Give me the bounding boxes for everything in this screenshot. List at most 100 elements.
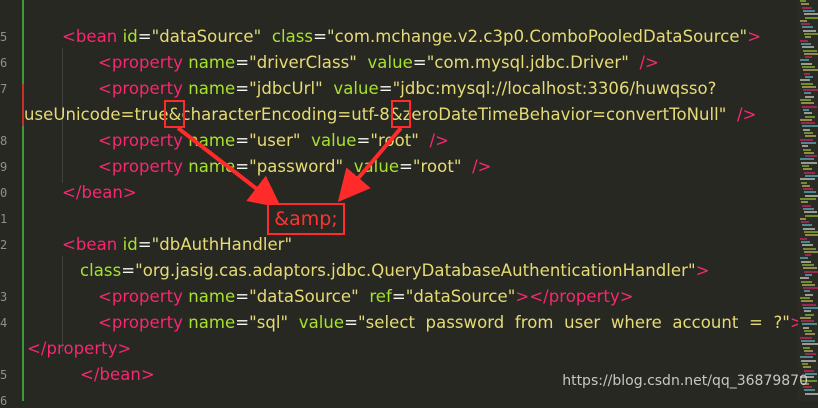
line-number: 2 [0,238,8,252]
minimap-line [804,389,815,392]
minimap-line [803,326,809,329]
line-number: 4 [0,316,8,330]
code-line[interactable]: <property name="dataSource" ref="dataSou… [98,284,634,310]
code-token-str: "com.mchange.v2.c3p0.ComboPooledDataSour… [326,27,748,46]
code-token-eq: = [391,287,406,306]
minimap-line [800,59,809,62]
minimap-line [805,234,818,237]
minimap-line [803,207,814,210]
minimap-line [800,158,814,161]
ampersand-highlight-box [164,100,185,128]
minimap-line [800,297,810,299]
ampersand-entity-label: &amp; [267,203,345,235]
code-token-eq: = [235,79,250,98]
code-token-attr: name [188,79,236,98]
code-line[interactable]: <property name="sql" value="select passw… [98,310,804,336]
minimap-line [801,260,811,263]
line-number: 6 [0,56,8,70]
minimap-line [803,108,809,111]
code-line[interactable]: </property> [27,336,131,362]
code-token-eq: = [137,235,152,254]
code-token-attr: name [188,287,236,306]
code-line[interactable]: <property name="jdbcUrl" value="jdbc:mys… [98,76,716,102]
code-token-eq: = [399,157,413,176]
minimap-line [800,39,808,42]
line-number: 8 [0,134,8,148]
minimap-line [805,56,812,59]
minimap-line [804,330,812,332]
minimap-line [804,52,818,55]
minimap-line [802,323,817,326]
code-token-attr: name [188,131,236,150]
code-line[interactable]: <bean id="dataSource" class="com.mchange… [62,24,761,50]
minimap-line [801,23,810,26]
code-token-tag: <property [98,53,189,72]
minimap-line [801,280,812,283]
minimap-line [803,128,810,131]
minimap-line [804,92,811,95]
code-token-attr: value [311,131,357,150]
minimap-line [801,141,816,144]
minimap-line [805,214,818,217]
minimap-line [800,336,812,339]
code-line[interactable]: class="org.jasig.cas.adaptors.jdbc.Query… [80,258,709,284]
minimap-line [804,72,810,75]
minimap-line [800,257,808,260]
code-token-tag: > [747,27,762,46]
code-line[interactable]: </bean> [62,180,137,206]
line-number: 6 [0,394,8,408]
minimap-line [805,115,815,118]
minimap-line [805,254,811,257]
minimap-line [800,118,812,121]
code-token-tag: ></property> [515,287,634,306]
minimap-line [803,267,817,270]
code-line[interactable]: <property name="driverClass" value="com.… [98,50,659,76]
minimap-line [802,125,818,128]
code-editor[interactable]: 567890123456 <bean id="dataSource" class… [0,0,818,408]
code-token-attr: class [80,261,122,280]
minimap-line [805,16,818,19]
code-token-eq: = [313,27,327,46]
code-token-eq: = [344,313,358,332]
code-line[interactable]: <property name="password" value="root" /… [98,154,492,180]
code-token-str: "root" [412,157,462,176]
code-token-attr: name [188,157,236,176]
minimap-line [802,184,810,187]
code-token-str: "root" [370,131,419,150]
code-line[interactable]: <bean id="dbAuthHandler" [62,232,292,258]
code-token-str: useUnicode=true&characterEncoding=utf-8&… [24,105,727,124]
minimap[interactable] [798,0,818,401]
code-line[interactable]: </bean> [80,362,155,388]
minimap-line [800,0,806,2]
minimap-line [805,293,813,296]
code-line[interactable]: <property name="user" value="root" /> [98,128,449,154]
minimap-line [803,9,815,12]
code-token-tag: <property [98,313,189,332]
watermark: https://blog.csdn.net/qq_36879870 [562,373,808,389]
code-token-attr: value [298,313,345,332]
code-token-tag: > [695,261,710,280]
code-token-tag: <property [98,79,189,98]
minimap-line [804,211,817,214]
code-token-tag: <bean [62,235,123,254]
code-token-eq: = [235,157,250,176]
minimap-line [801,62,812,65]
code-area[interactable]: <bean id="dataSource" class="com.mchange… [24,0,804,401]
minimap-line [800,79,810,82]
code-token-attr: id [122,235,138,254]
minimap-line [800,19,807,22]
minimap-line [800,217,806,220]
minimap-line [803,366,811,369]
minimap-line [804,132,813,134]
minimap-line [803,49,817,52]
minimap-line [805,194,818,197]
minimap-line [805,174,818,177]
code-token-attr: name [188,313,236,332]
code-token-attr: value [333,79,379,98]
minimap-line [802,105,817,108]
code-token-eq: = [235,53,250,72]
minimap-line [801,320,814,323]
